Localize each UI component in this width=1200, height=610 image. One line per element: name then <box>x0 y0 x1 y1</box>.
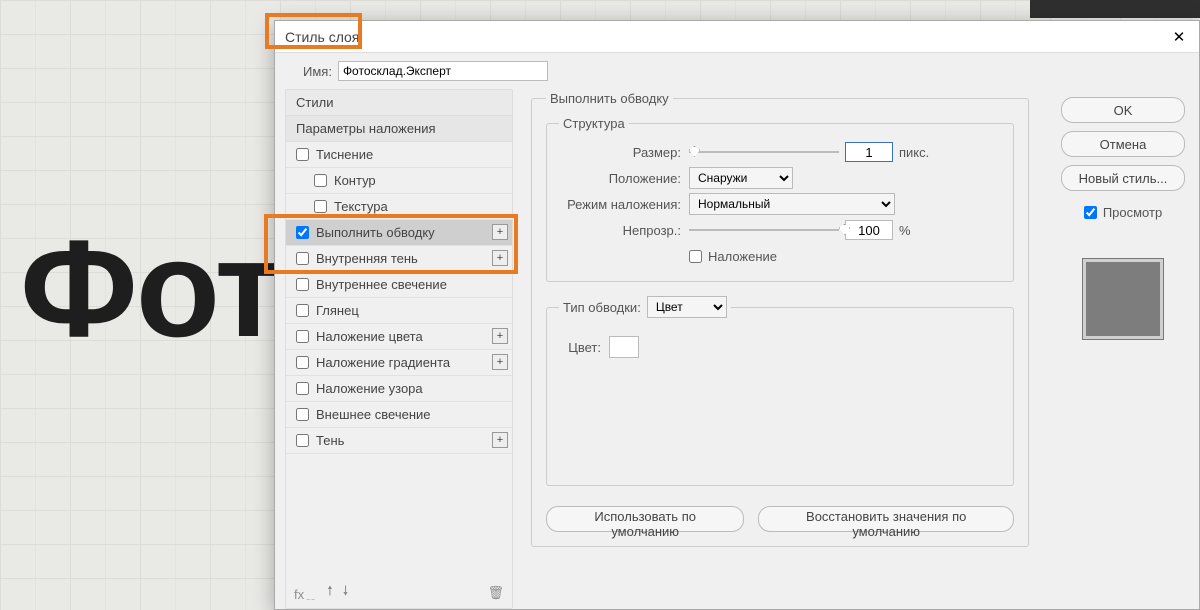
ok-button[interactable]: OK <box>1061 97 1185 123</box>
opacity-unit: % <box>899 223 911 238</box>
style-label: Тиснение <box>316 147 373 162</box>
style-label: Внутренняя тень <box>316 251 418 266</box>
style-label: Внутреннее свечение <box>316 277 447 292</box>
add-instance-icon[interactable]: + <box>492 354 508 370</box>
styles-footer: fx﹎ 🠕 🠗 🗑 <box>286 578 512 608</box>
checkbox[interactable] <box>296 408 309 421</box>
overprint-checkbox[interactable]: Наложение <box>689 243 777 269</box>
style-row-satin[interactable]: Глянец <box>286 298 512 324</box>
checkbox[interactable] <box>296 434 309 447</box>
size-label: Размер: <box>559 145 689 160</box>
dialog-title: Стиль слоя <box>285 29 359 45</box>
add-instance-icon[interactable]: + <box>492 224 508 240</box>
color-swatch[interactable] <box>609 336 639 358</box>
panels-strip <box>1030 0 1200 18</box>
filltype-label: Тип обводки: <box>563 300 641 315</box>
blendmode-select[interactable]: Нормальный <box>689 193 895 215</box>
titlebar: Стиль слоя ✕ <box>275 21 1199 53</box>
checkbox[interactable] <box>296 330 309 343</box>
structure-group: Структура Размер: пикс. Положение: Снару… <box>546 116 1014 282</box>
style-label: Наложение узора <box>316 381 423 396</box>
move-down-icon[interactable]: 🠗 <box>343 582 349 604</box>
cancel-button[interactable]: Отмена <box>1061 131 1185 157</box>
style-row-contour[interactable]: Контур <box>286 168 512 194</box>
size-input[interactable] <box>845 142 893 162</box>
blend-options[interactable]: Параметры наложения <box>286 116 512 142</box>
style-label: Наложение цвета <box>316 329 423 344</box>
style-row-texture[interactable]: Текстура <box>286 194 512 220</box>
filltype-group: Тип обводки: Цвет Цвет: <box>546 296 1014 486</box>
opacity-slider[interactable] <box>689 223 839 237</box>
style-row-stroke[interactable]: Выполнить обводку + <box>286 220 512 246</box>
structure-title: Структура <box>559 116 629 131</box>
style-label: Глянец <box>316 303 359 318</box>
styles-list: Стили Параметры наложения Тиснение Конту… <box>285 89 513 609</box>
opacity-input[interactable] <box>845 220 893 240</box>
reset-default-button[interactable]: Восстановить значения по умолчанию <box>758 506 1014 532</box>
add-instance-icon[interactable]: + <box>492 432 508 448</box>
style-label: Тень <box>316 433 344 448</box>
position-label: Положение: <box>559 171 689 186</box>
checkbox[interactable] <box>296 278 309 291</box>
style-label: Текстура <box>334 199 388 214</box>
position-select[interactable]: Снаружи <box>689 167 793 189</box>
style-row-bevel[interactable]: Тиснение <box>286 142 512 168</box>
style-row-gradient-overlay[interactable]: Наложение градиента + <box>286 350 512 376</box>
close-icon[interactable]: ✕ <box>1169 27 1189 47</box>
checkbox[interactable] <box>314 200 327 213</box>
style-row-color-overlay[interactable]: Наложение цвета + <box>286 324 512 350</box>
filltype-select[interactable]: Цвет <box>647 296 727 318</box>
action-column: OK Отмена Новый стиль... Просмотр <box>1047 89 1199 609</box>
style-label: Наложение градиента <box>316 355 450 370</box>
checkbox[interactable] <box>314 174 327 187</box>
blendmode-label: Режим наложения: <box>559 197 689 212</box>
make-default-button[interactable]: Использовать по умолчанию <box>546 506 744 532</box>
checkbox[interactable] <box>296 226 309 239</box>
size-unit: пикс. <box>899 145 929 160</box>
color-label: Цвет: <box>559 340 609 355</box>
size-slider[interactable] <box>689 145 839 159</box>
styles-header[interactable]: Стили <box>286 90 512 116</box>
style-row-pattern-overlay[interactable]: Наложение узора <box>286 376 512 402</box>
style-label: Внешнее свечение <box>316 407 431 422</box>
style-row-inner-shadow[interactable]: Внутренняя тень + <box>286 246 512 272</box>
layer-style-dialog: Стиль слоя ✕ Имя: Стили Параметры наложе… <box>274 20 1200 610</box>
style-row-inner-glow[interactable]: Внутреннее свечение <box>286 272 512 298</box>
settings-panel: Выполнить обводку Структура Размер: пикс… <box>513 89 1047 609</box>
stroke-group: Выполнить обводку Структура Размер: пикс… <box>531 91 1029 547</box>
preview-swatch <box>1083 259 1163 339</box>
name-label: Имя: <box>303 64 332 79</box>
panel-title: Выполнить обводку <box>546 91 673 106</box>
checkbox[interactable] <box>296 304 309 317</box>
style-label: Контур <box>334 173 376 188</box>
checkbox[interactable] <box>296 252 309 265</box>
style-row-outer-glow[interactable]: Внешнее свечение <box>286 402 512 428</box>
checkbox[interactable] <box>296 148 309 161</box>
new-style-button[interactable]: Новый стиль... <box>1061 165 1185 191</box>
preview-checkbox[interactable]: Просмотр <box>1061 199 1185 225</box>
checkbox[interactable] <box>296 382 309 395</box>
opacity-label: Непрозр.: <box>559 223 689 238</box>
move-up-icon[interactable]: 🠕 <box>327 582 333 604</box>
style-label: Выполнить обводку <box>316 225 435 240</box>
name-bar: Имя: <box>275 53 1199 89</box>
fx-icon[interactable]: fx﹎ <box>294 584 317 603</box>
trash-icon[interactable]: 🗑 <box>487 585 504 601</box>
name-input[interactable] <box>338 61 548 81</box>
checkbox[interactable] <box>296 356 309 369</box>
add-instance-icon[interactable]: + <box>492 250 508 266</box>
style-row-drop-shadow[interactable]: Тень + <box>286 428 512 454</box>
add-instance-icon[interactable]: + <box>492 328 508 344</box>
